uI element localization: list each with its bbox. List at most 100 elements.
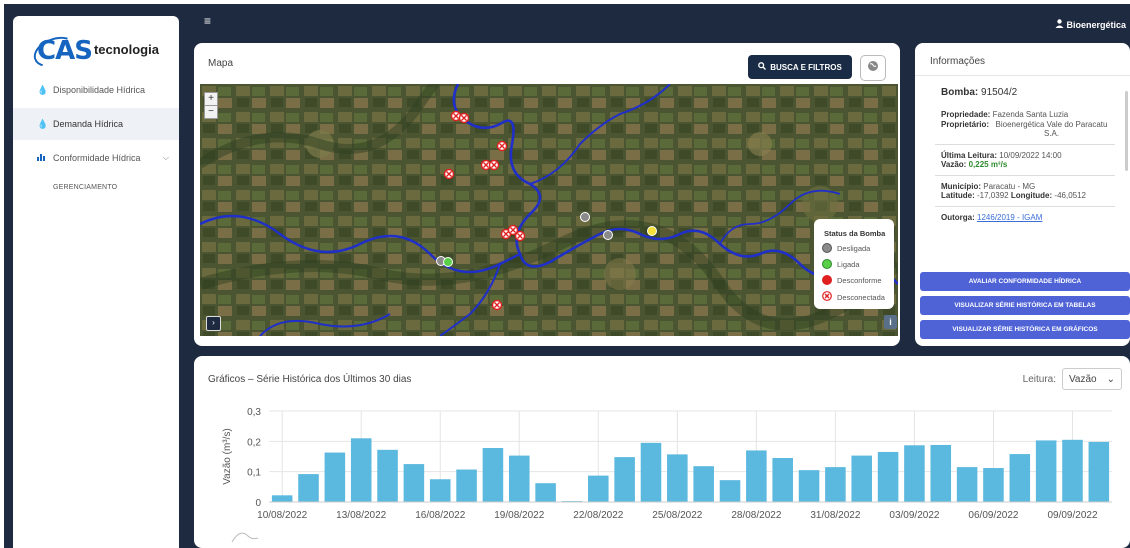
logo-suffix: tecnologia (93, 41, 159, 57)
status-on-icon (822, 259, 832, 269)
search-icon (758, 62, 767, 72)
y-tick-label: 0,1 (247, 468, 261, 479)
chart-bar (456, 469, 477, 502)
x-tick-label: 09/09/2022 (1047, 510, 1097, 521)
x-tick-label: 10/08/2022 (257, 510, 307, 521)
pump-details: Bomba: 91504/2 Propriedade: Fazenda Sant… (935, 83, 1115, 222)
legend-item: Ligada (822, 259, 860, 269)
layers-button[interactable] (860, 55, 886, 81)
pump-marker-disconnected[interactable] (496, 140, 508, 152)
pump-marker-disconnected[interactable] (443, 168, 455, 180)
chart-bar (904, 445, 925, 502)
legend-title: Status da Bomba (824, 229, 886, 238)
status-off-icon (822, 243, 832, 253)
chart-bar (429, 479, 451, 502)
chart-bar (956, 467, 978, 502)
chart-bar (930, 444, 952, 502)
chart-bar (798, 470, 820, 502)
chart-bar (772, 458, 793, 502)
chart-card: Gráficos – Série Histórica dos Últimos 3… (194, 356, 1130, 548)
x-tick-label: 19/08/2022 (494, 510, 544, 521)
longitude: -46,0512 (1054, 191, 1086, 200)
chart-bar (1088, 441, 1110, 502)
chart-bar (298, 474, 319, 502)
logo-brand: CAS (29, 31, 93, 73)
chart-bar (350, 438, 372, 502)
view-table-history-button[interactable]: VISUALIZAR SÉRIE HISTÓRICA EM TABELAS (920, 296, 1130, 315)
chart-bar (1009, 454, 1031, 502)
owner-name: Bioenergética Vale do Paracatu S.A. (995, 120, 1108, 138)
pump-marker-on[interactable] (443, 257, 453, 267)
sidebar-item-disponibilidade[interactable]: 💧 Disponibilidade Hídrica (13, 74, 179, 106)
pump-marker-disconnected[interactable] (514, 230, 526, 242)
view-chart-history-button[interactable]: VISUALIZAR SÉRIE HISTÓRICA EM GRÁFICOS (920, 320, 1130, 339)
evaluate-compliance-button[interactable]: AVALIAR CONFORMIDADE HÍDRICA (920, 272, 1130, 291)
pump-markers (436, 110, 657, 311)
y-tick-label: 0,2 (247, 437, 261, 448)
chart-bar (825, 467, 846, 502)
map-card: Mapa BUSCA E FILTROS + − Status da Bomba… (194, 43, 900, 346)
pump-marker-disconnected[interactable] (488, 159, 500, 171)
water-drop-icon: 💧 (37, 84, 49, 95)
chart-bar (482, 448, 504, 502)
sidebar-subitem-gerenciamento[interactable]: GERENCIAMENTO (53, 184, 117, 191)
sidebar: CAS tecnologia 💧 Disponibilidade Hídrica… (13, 16, 179, 548)
chart-bar (667, 454, 688, 502)
outorga-link[interactable]: 1246/2019 - IGAM (977, 213, 1042, 222)
y-axis-label: Vazão (m³/s) (222, 428, 233, 485)
pump-marker-off[interactable] (580, 212, 590, 222)
chart-bar (614, 457, 635, 502)
hamburger-icon[interactable]: ≡ (204, 15, 211, 27)
expand-panel-button[interactable]: › (206, 316, 221, 331)
globe-icon (867, 59, 879, 77)
chart-bar (640, 442, 662, 502)
user-name: Bioenergética (1066, 19, 1126, 30)
x-tick-label: 03/09/2022 (889, 510, 939, 521)
user-icon (1055, 19, 1064, 30)
x-tick-label: 28/08/2022 (731, 510, 781, 521)
x-tick-label: 13/08/2022 (336, 510, 386, 521)
flow-value: 0,225 m³/s (968, 160, 1008, 169)
user-menu[interactable]: Bioenergética (1055, 19, 1126, 30)
range-navigator (231, 532, 259, 543)
sidebar-item-demanda[interactable]: 💧 Demanda Hídrica (13, 108, 179, 140)
sidebar-item-conformidade[interactable]: Conformidade Hídrica ⌵ (13, 142, 179, 174)
sidebar-item-label: Conformidade Hídrica (53, 153, 141, 163)
pump-status-legend: Status da Bomba Desligada Ligada Desconf… (814, 219, 894, 309)
x-tick-label: 22/08/2022 (573, 510, 623, 521)
chart-bar (746, 450, 767, 502)
pump-marker-disconnected[interactable] (458, 112, 470, 124)
chevron-right-icon: › (212, 318, 215, 327)
pump-marker-selected[interactable] (647, 226, 657, 236)
bar-chart-icon (37, 153, 45, 163)
pump-marker-off[interactable] (603, 230, 613, 240)
chart-bar (535, 483, 556, 502)
scrollbar[interactable] (1125, 91, 1128, 171)
chart-bar (983, 468, 1004, 502)
chart-bar (588, 475, 609, 502)
map-title: Mapa (208, 58, 234, 69)
chart-bar (851, 455, 873, 502)
latitude: -17,0392 (977, 191, 1009, 200)
chart-bar (324, 452, 346, 502)
chart-bar (271, 495, 293, 502)
chart-bar (877, 451, 899, 502)
status-disconnected-icon (822, 291, 832, 303)
municipality: Paracatu - MG (983, 182, 1036, 191)
info-title: Informações (930, 56, 986, 67)
logo: CAS tecnologia (29, 31, 159, 73)
legend-item: Desligada (822, 243, 870, 253)
pump-id: 91504/2 (981, 87, 1018, 98)
y-tick-label: 0,3 (247, 407, 261, 418)
chevron-down-icon: ⌵ (162, 153, 169, 162)
search-filters-button[interactable]: BUSCA E FILTROS (748, 55, 852, 79)
info-button[interactable]: i (884, 315, 897, 329)
x-tick-label: 16/08/2022 (415, 510, 465, 521)
pump-marker-disconnected[interactable] (491, 299, 503, 311)
sidebar-item-label: Disponibilidade Hídrica (53, 85, 146, 95)
status-nonconforming-icon (822, 275, 832, 285)
sidebar-item-label: Demanda Hídrica (53, 119, 124, 129)
flow-bar-chart: 0 0,1 0,2 0,3 10/08/2022 13/08/2022 16/08/2022… (222, 407, 1112, 543)
satellite-map[interactable]: + − Status da Bomba Desligada Ligada Des… (200, 84, 898, 336)
x-tick-label: 31/08/2022 (810, 510, 860, 521)
